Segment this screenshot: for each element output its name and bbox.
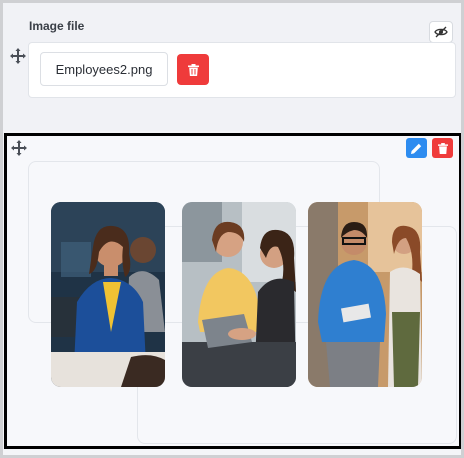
pencil-icon xyxy=(411,143,422,154)
image-file-panel: Image file Employees2.png xyxy=(3,3,461,131)
photo-woman-office-headset xyxy=(51,202,165,387)
delete-gallery-button[interactable] xyxy=(432,138,453,158)
image-gallery-block[interactable] xyxy=(4,133,462,449)
edit-button[interactable] xyxy=(406,138,427,158)
gallery-photo-2[interactable] xyxy=(182,202,296,387)
gallery-photo-1[interactable] xyxy=(51,202,165,387)
move-handle-icon[interactable] xyxy=(11,140,27,156)
visibility-toggle-button[interactable] xyxy=(429,21,453,43)
photo-two-women-laptop xyxy=(182,202,296,387)
trash-icon xyxy=(437,142,448,154)
photo-man-woman-tablet xyxy=(308,202,422,387)
image-file-label: Image file xyxy=(29,19,85,33)
eye-slash-icon xyxy=(434,26,448,38)
file-name-field[interactable]: Employees2.png xyxy=(40,52,168,86)
trash-icon xyxy=(187,63,199,76)
gallery-photo-3[interactable] xyxy=(308,202,422,387)
move-handle-icon[interactable] xyxy=(10,48,26,64)
delete-file-button[interactable] xyxy=(177,54,209,85)
file-card: Employees2.png xyxy=(28,42,456,98)
